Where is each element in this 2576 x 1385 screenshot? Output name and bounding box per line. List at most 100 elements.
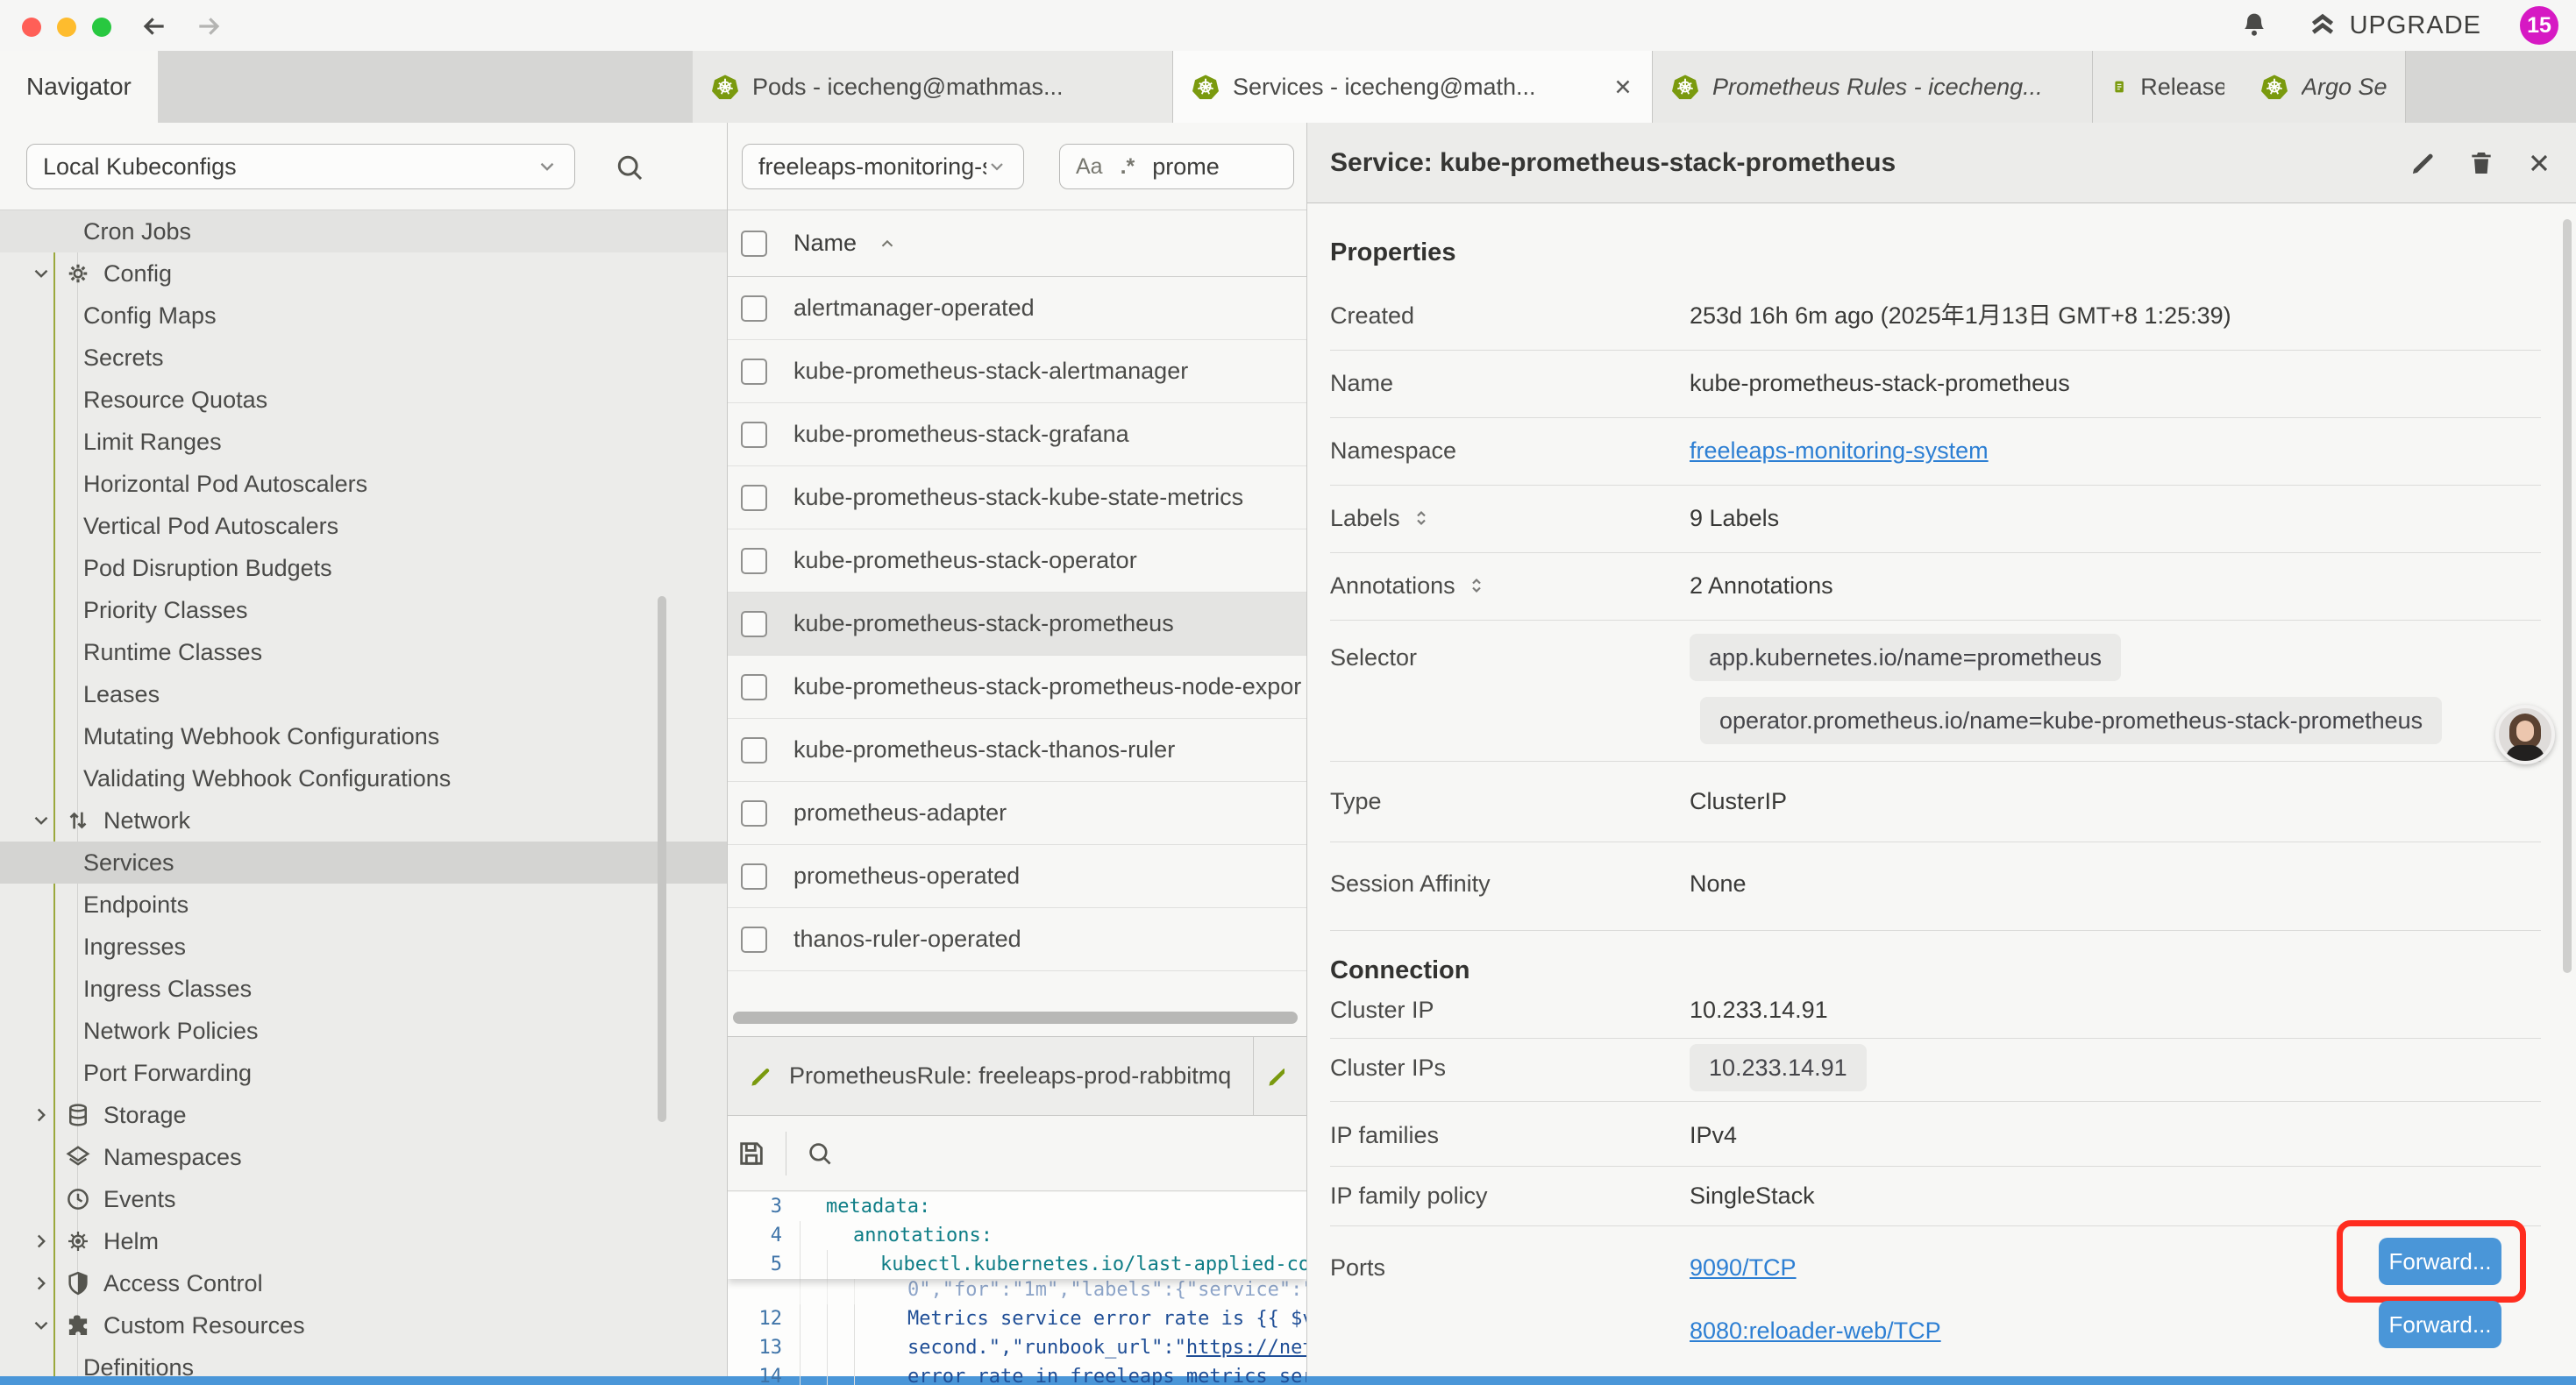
port-link[interactable]: 8080:reloader-web/TCP xyxy=(1690,1311,1941,1350)
sidebar-tree-item[interactable]: Namespaces xyxy=(0,1136,727,1178)
delete-icon[interactable] xyxy=(2467,149,2495,177)
regex-toggle[interactable]: .* xyxy=(1121,154,1135,180)
service-row[interactable]: prometheus-operated xyxy=(728,845,1306,908)
sidebar-tree-item[interactable]: Services xyxy=(0,842,727,884)
user-avatar[interactable] xyxy=(2495,705,2555,764)
notification-badge[interactable]: 15 xyxy=(2520,6,2558,45)
sidebar-tree-item[interactable]: Network Policies xyxy=(0,1010,727,1052)
sidebar-tree-item[interactable]: Config xyxy=(0,252,727,295)
tree-expander-chevron-icon[interactable] xyxy=(30,1314,65,1337)
sidebar-tree-item[interactable]: Config Maps xyxy=(0,295,727,337)
editor-search-icon[interactable] xyxy=(806,1140,834,1168)
editor-tab-partial[interactable] xyxy=(1254,1037,1284,1115)
row-checkbox[interactable] xyxy=(741,359,767,385)
sidebar-tree-item[interactable]: Validating Webhook Configurations xyxy=(0,757,727,799)
forward-arrow-icon[interactable] xyxy=(195,12,223,40)
sort-ascending-icon[interactable] xyxy=(878,234,897,253)
runbook-url-link[interactable]: https://nete xyxy=(1186,1333,1306,1362)
sidebar-tree-item[interactable]: Pod Disruption Budgets xyxy=(0,547,727,589)
tree-expander-chevron-icon[interactable] xyxy=(30,1272,65,1295)
sidebar-tree-item[interactable]: Leases xyxy=(0,673,727,715)
bell-icon[interactable] xyxy=(2239,11,2269,40)
sidebar-tree-item[interactable]: Storage xyxy=(0,1094,727,1136)
sidebar-tree-item[interactable]: Limit Ranges xyxy=(0,421,727,463)
service-row[interactable]: prometheus-adapter xyxy=(728,782,1306,845)
sidebar-search-icon[interactable] xyxy=(614,152,645,183)
tree-expander-chevron-icon[interactable] xyxy=(30,1104,65,1126)
annotations-expander-icon[interactable] xyxy=(1466,575,1487,596)
match-case-toggle[interactable]: Aa xyxy=(1076,154,1103,180)
name-column-header[interactable]: Name xyxy=(793,230,857,257)
edit-icon[interactable] xyxy=(2409,149,2437,177)
name-filter-input[interactable]: Aa .* prome xyxy=(1059,144,1294,189)
service-row[interactable]: alertmanager-operated xyxy=(728,277,1306,340)
labels-expander-icon[interactable] xyxy=(1411,508,1432,529)
sidebar-tree-item[interactable]: Cron Jobs xyxy=(0,210,727,252)
row-checkbox[interactable] xyxy=(741,927,767,953)
minimize-window-button[interactable] xyxy=(57,18,76,37)
app-tab[interactable]: Services - icecheng@math... xyxy=(1173,51,1653,123)
service-row[interactable]: kube-prometheus-stack-operator xyxy=(728,529,1306,593)
namespace-select[interactable]: freeleaps-monitoring-system xyxy=(742,144,1024,189)
row-checkbox[interactable] xyxy=(741,800,767,827)
sidebar-tree-item[interactable]: Custom Resources xyxy=(0,1304,727,1346)
row-checkbox[interactable] xyxy=(741,295,767,322)
row-checkbox[interactable] xyxy=(741,611,767,637)
app-tab[interactable]: Argo Se xyxy=(2242,51,2406,123)
table-horizontal-scrollbar[interactable] xyxy=(733,1012,1298,1024)
sidebar-tree-item[interactable]: Secrets xyxy=(0,337,727,379)
service-row[interactable]: kube-prometheus-stack-thanos-ruler xyxy=(728,719,1306,782)
panel-scrollbar[interactable] xyxy=(2563,219,2572,973)
sidebar-tree-item[interactable]: Resource Quotas xyxy=(0,379,727,421)
sidebar-tree-item[interactable]: Mutating Webhook Configurations xyxy=(0,715,727,757)
tree-expander-chevron-icon[interactable] xyxy=(30,809,65,832)
row-checkbox[interactable] xyxy=(741,548,767,574)
sidebar-scrollbar[interactable] xyxy=(658,596,666,1122)
tree-expander-chevron-icon[interactable] xyxy=(30,1230,65,1253)
row-checkbox[interactable] xyxy=(741,485,767,511)
sidebar-tree-item[interactable]: Runtime Classes xyxy=(0,631,727,673)
row-checkbox[interactable] xyxy=(741,737,767,764)
app-tab[interactable]: Prometheus Rules - icecheng... xyxy=(1653,51,2093,123)
editor-tab[interactable]: PrometheusRule: freeleaps-prod-rabbitmq xyxy=(728,1037,1254,1115)
upgrade-button[interactable]: UPGRADE xyxy=(2308,11,2481,40)
app-tab[interactable]: Pods - icecheng@mathmas... xyxy=(693,51,1173,123)
sidebar-tree-item[interactable]: Ingress Classes xyxy=(0,968,727,1010)
sidebar-tree-item[interactable]: Ingresses xyxy=(0,926,727,968)
service-row[interactable]: kube-prometheus-stack-prometheus-node-ex… xyxy=(728,656,1306,719)
service-row[interactable]: kube-prometheus-stack-kube-state-metrics xyxy=(728,466,1306,529)
save-icon[interactable] xyxy=(737,1139,766,1168)
service-row[interactable]: thanos-ruler-operated xyxy=(728,908,1306,971)
forward-port-button[interactable]: Forward... xyxy=(2379,1238,2501,1285)
sidebar-tree-item[interactable]: Helm xyxy=(0,1220,727,1262)
yaml-editor[interactable]: 3metadata: 4annotations: 5kubectl.kubern… xyxy=(728,1192,1306,1378)
back-arrow-icon[interactable] xyxy=(140,12,168,40)
row-checkbox[interactable] xyxy=(741,674,767,700)
service-row[interactable]: kube-prometheus-stack-prometheus xyxy=(728,593,1306,656)
code-text: annotations: xyxy=(853,1221,993,1250)
service-row[interactable]: kube-prometheus-stack-alertmanager xyxy=(728,340,1306,403)
close-tab-icon[interactable] xyxy=(1612,75,1634,98)
namespace-link[interactable]: freeleaps-monitoring-system xyxy=(1690,431,1989,470)
port-link[interactable]: 9090/TCP xyxy=(1690,1248,1797,1287)
sidebar-tree-item[interactable]: Horizontal Pod Autoscalers xyxy=(0,463,727,505)
row-checkbox[interactable] xyxy=(741,422,767,448)
select-all-checkbox[interactable] xyxy=(741,231,767,257)
sidebar-tree-item[interactable]: Events xyxy=(0,1178,727,1220)
sidebar-tree-item[interactable]: Priority Classes xyxy=(0,589,727,631)
sidebar-tree-item[interactable]: Endpoints xyxy=(0,884,727,926)
tree-expander-chevron-icon[interactable] xyxy=(30,262,65,285)
sidebar-tree-item[interactable]: Port Forwarding xyxy=(0,1052,727,1094)
row-checkbox[interactable] xyxy=(741,863,767,890)
app-tab[interactable]: Release Notes xyxy=(2093,51,2242,123)
maximize-window-button[interactable] xyxy=(92,18,111,37)
close-panel-icon[interactable] xyxy=(2525,149,2553,177)
close-window-button[interactable] xyxy=(22,18,41,37)
kubeconfig-select[interactable]: Local Kubeconfigs xyxy=(26,144,575,189)
navigator-panel-tab[interactable]: Navigator xyxy=(0,51,158,123)
service-row[interactable]: kube-prometheus-stack-grafana xyxy=(728,403,1306,466)
sidebar-tree-item[interactable]: Vertical Pod Autoscalers xyxy=(0,505,727,547)
sidebar-tree-item[interactable]: Access Control xyxy=(0,1262,727,1304)
sidebar-tree-item[interactable]: Network xyxy=(0,799,727,842)
forward-port-button[interactable]: Forward... xyxy=(2379,1301,2501,1348)
